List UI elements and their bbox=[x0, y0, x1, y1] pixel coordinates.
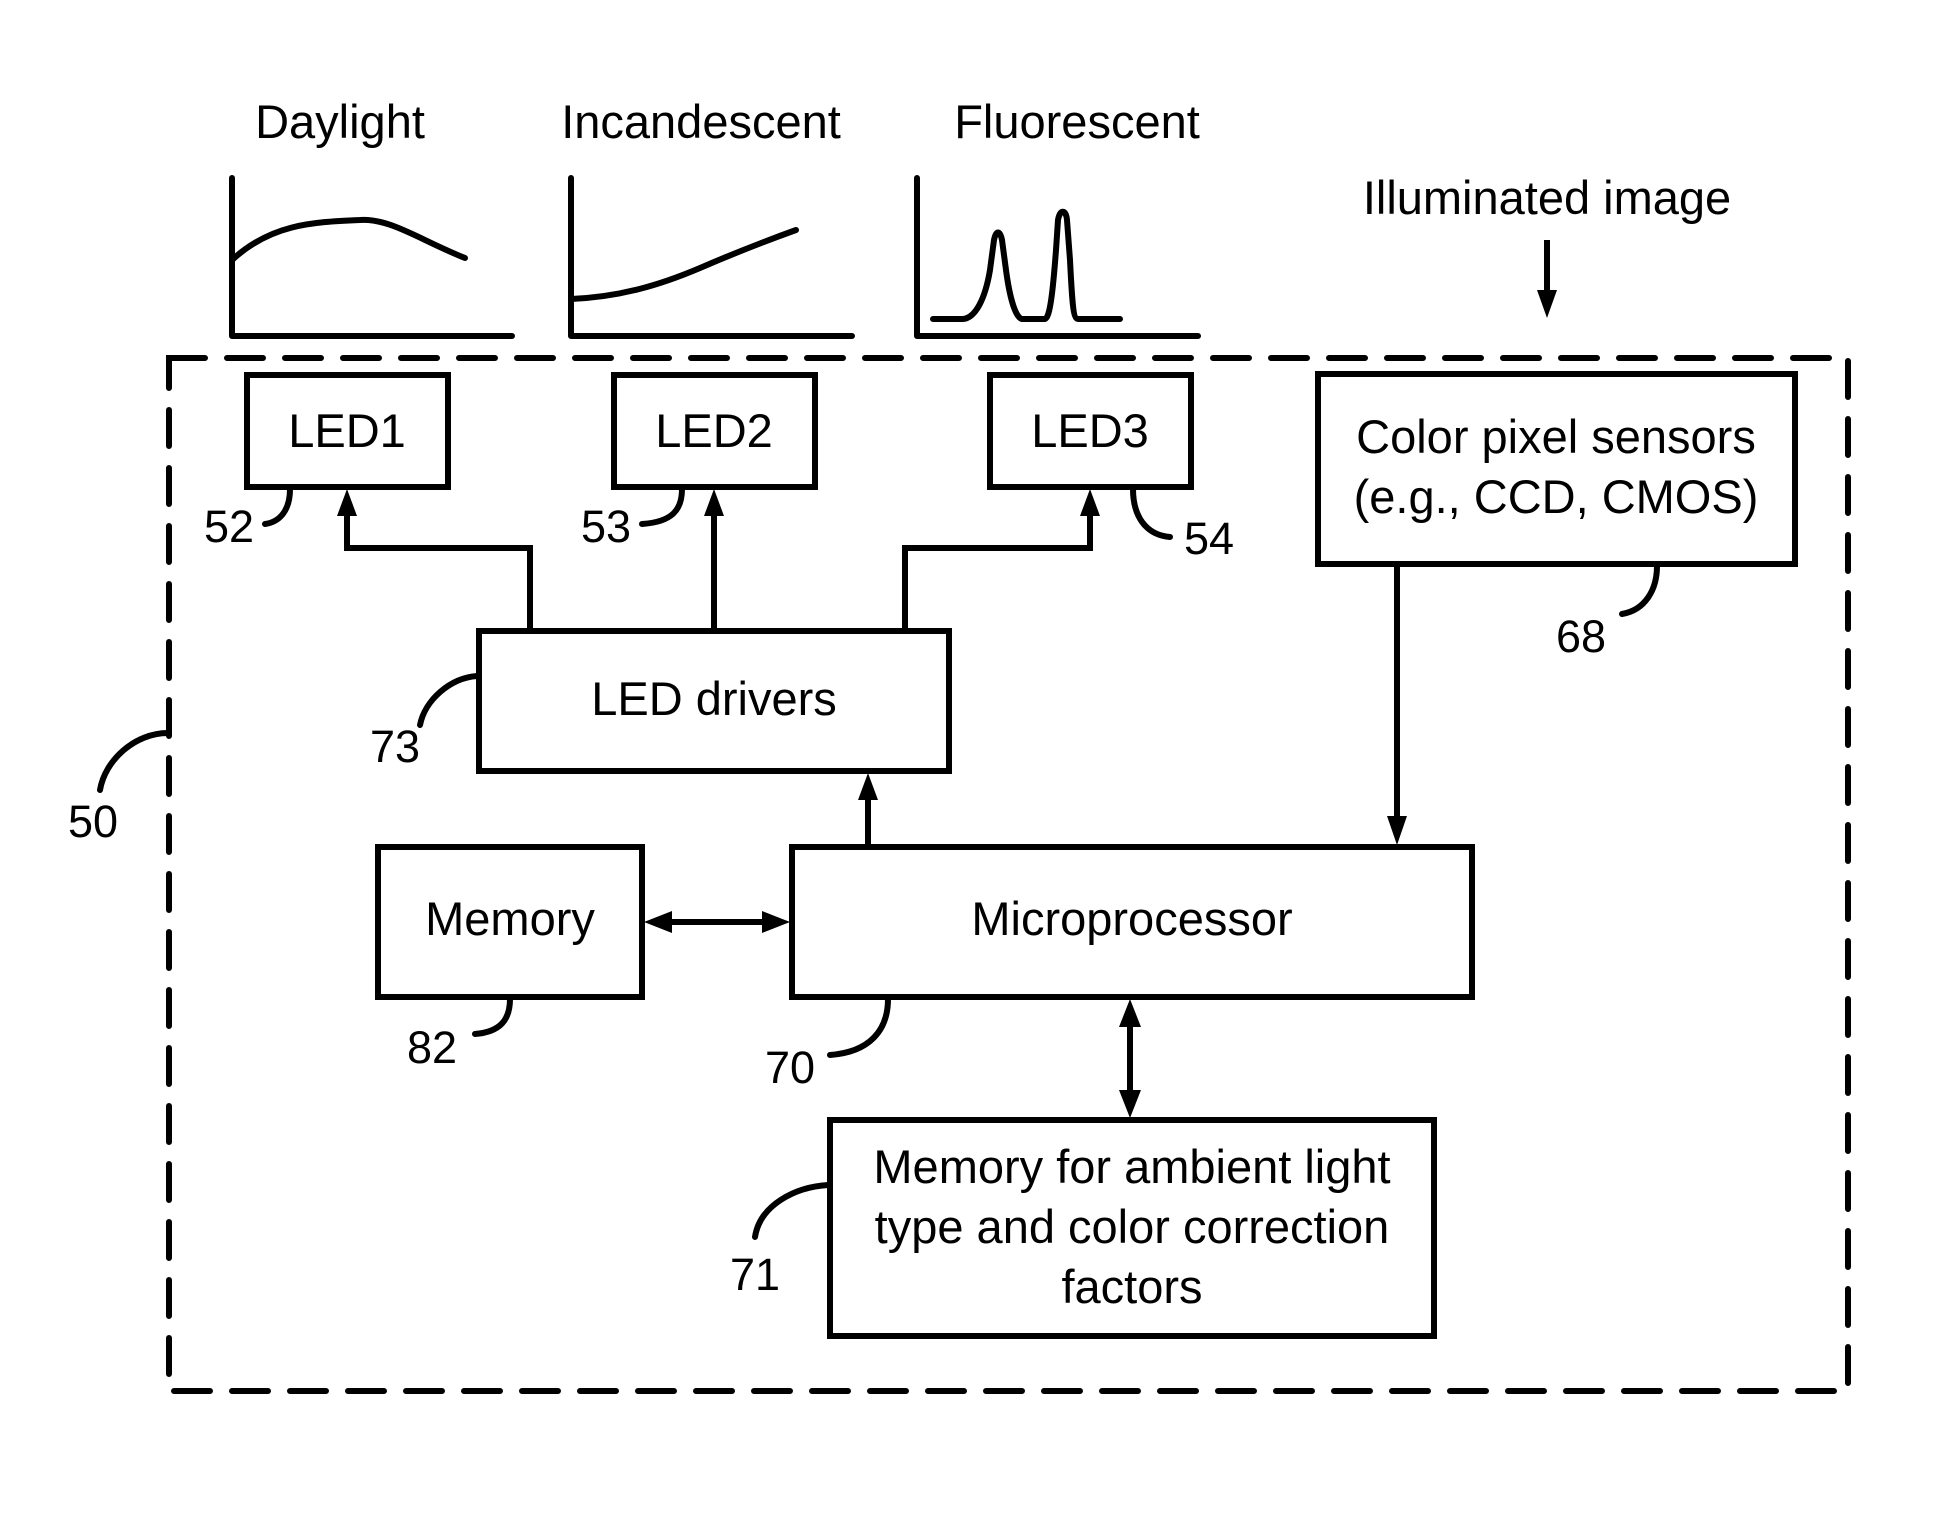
ambient-memory-line2: type and color correction bbox=[875, 1200, 1390, 1253]
ref-82: 82 bbox=[407, 1022, 457, 1073]
spectrum-axes-daylight bbox=[229, 175, 515, 339]
arrow-microprocessor-ambient-memory bbox=[1119, 999, 1141, 1118]
ref-71: 71 bbox=[730, 1249, 780, 1300]
spectrum-axes-incandescent bbox=[568, 175, 855, 339]
sensor-label-line2: (e.g., CCD, CMOS) bbox=[1354, 470, 1759, 523]
arrow-microprocessor-to-drivers bbox=[858, 773, 878, 845]
arrow-drivers-to-led2 bbox=[704, 489, 724, 629]
ambient-memory-line3: factors bbox=[1061, 1260, 1202, 1313]
spectrum-title-incandescent: Incandescent bbox=[561, 95, 841, 148]
spectrum-title-daylight: Daylight bbox=[255, 95, 425, 148]
arrow-drivers-to-led3 bbox=[902, 489, 1100, 629]
spectrum-incandescent: Incandescent bbox=[561, 95, 855, 339]
block-diagram: Daylight Incandescent Fluorescent Illumi… bbox=[68, 95, 1851, 1394]
ref-leader-52 bbox=[262, 486, 293, 527]
memory-block: Memory bbox=[375, 844, 645, 1000]
ref-leader-73 bbox=[417, 673, 480, 728]
spectrum-title-fluorescent: Fluorescent bbox=[954, 95, 1200, 148]
color-pixel-sensors-block: Color pixel sensors (e.g., CCD, CMOS) bbox=[1315, 371, 1798, 567]
led3-label: LED3 bbox=[1031, 404, 1149, 457]
ref-68: 68 bbox=[1556, 611, 1606, 662]
ref-leader-70 bbox=[827, 996, 891, 1058]
memory-label: Memory bbox=[425, 892, 595, 945]
ref-leader-50 bbox=[97, 730, 171, 793]
microprocessor-label: Microprocessor bbox=[971, 892, 1292, 945]
arrow-memory-microprocessor bbox=[644, 911, 790, 933]
illuminated-arrow bbox=[1537, 240, 1557, 318]
ambient-memory-line1: Memory for ambient light bbox=[873, 1140, 1390, 1193]
ref-54: 54 bbox=[1184, 513, 1234, 564]
spectrum-curve-daylight bbox=[229, 216, 468, 263]
led1-label: LED1 bbox=[288, 404, 406, 457]
arrow-sensor-to-microprocessor bbox=[1387, 566, 1407, 845]
ref-leader-82 bbox=[472, 996, 513, 1037]
led-drivers-label: LED drivers bbox=[591, 672, 837, 725]
ref-leader-54 bbox=[1130, 486, 1173, 540]
led3-block: LED3 bbox=[987, 372, 1194, 490]
spectrum-curve-incandescent bbox=[568, 227, 799, 302]
led1-block: LED1 bbox=[244, 372, 451, 490]
illuminated-image-label: Illuminated image bbox=[1363, 171, 1731, 224]
led2-block: LED2 bbox=[611, 372, 818, 490]
spectrum-daylight: Daylight bbox=[229, 95, 515, 339]
led2-label: LED2 bbox=[655, 404, 773, 457]
ref-leader-68 bbox=[1619, 563, 1660, 617]
arrow-drivers-to-led1 bbox=[337, 489, 533, 629]
ref-leader-53 bbox=[639, 486, 685, 527]
ref-52: 52 bbox=[204, 501, 254, 552]
spectrum-curve-fluorescent bbox=[930, 208, 1123, 322]
ref-70: 70 bbox=[765, 1042, 815, 1093]
ref-53: 53 bbox=[581, 501, 631, 552]
ref-73: 73 bbox=[370, 721, 420, 772]
spectrum-fluorescent: Fluorescent bbox=[914, 95, 1201, 339]
ref-50: 50 bbox=[68, 796, 118, 847]
sensor-label-line1: Color pixel sensors bbox=[1356, 410, 1756, 463]
microprocessor-block: Microprocessor bbox=[789, 844, 1475, 1000]
ambient-memory-block: Memory for ambient light type and color … bbox=[827, 1117, 1437, 1339]
led-drivers-block: LED drivers bbox=[476, 628, 952, 774]
ref-leader-71 bbox=[752, 1182, 831, 1240]
